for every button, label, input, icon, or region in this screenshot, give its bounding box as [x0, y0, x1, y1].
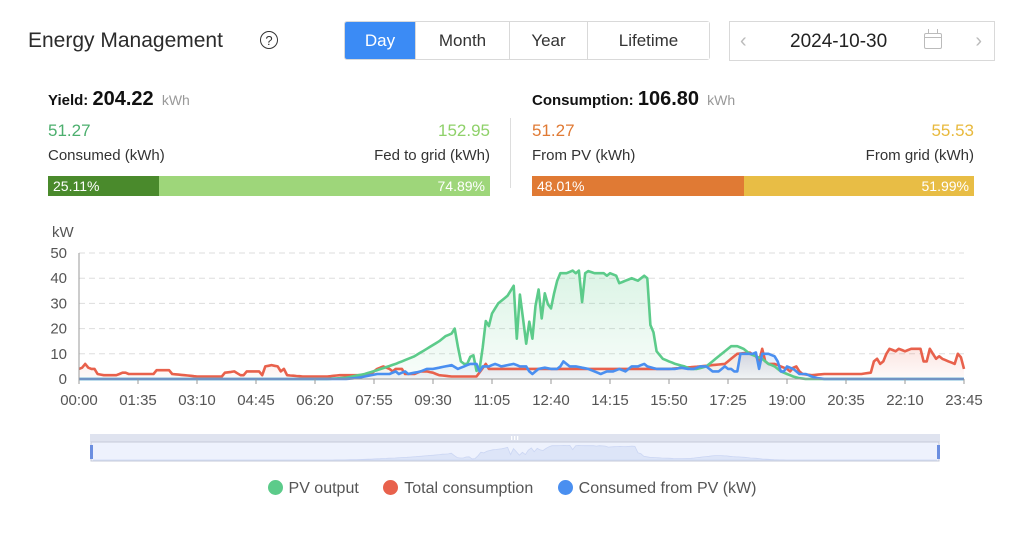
consumption-unit: kWh: [707, 92, 736, 108]
zoom-handle-left[interactable]: [90, 445, 93, 459]
y-tick-label: 30: [50, 295, 67, 312]
consumption-panel: Consumption: 106.80 kWh 51.27 55.53 From…: [532, 88, 974, 198]
y-tick-label: 10: [50, 346, 67, 363]
from-grid-pct-segment: 51.99%: [744, 176, 974, 196]
x-tick-label: 12:40: [532, 392, 570, 409]
y-axis-unit-label: kW: [52, 224, 75, 241]
x-tick-label: 09:30: [414, 392, 452, 409]
x-tick-label: 17:25: [709, 392, 747, 409]
legend-label: Consumed from PV (kW): [578, 480, 757, 497]
from-grid-value: 55.53: [931, 121, 974, 140]
x-tick-label: 23:45: [945, 392, 983, 409]
fed-pct-segment: 74.89%: [158, 176, 490, 196]
x-tick-label: 00:00: [60, 392, 98, 409]
tab-month[interactable]: Month: [415, 22, 509, 59]
consumption-ratio-bar: 48.01% 51.99%: [532, 176, 974, 196]
help-icon[interactable]: ?: [260, 31, 278, 49]
x-tick-label: 14:15: [591, 392, 629, 409]
date-value[interactable]: 2024-10-30: [790, 31, 887, 53]
panel-divider: [510, 118, 511, 188]
yield-panel: Yield: 204.22 kWh 51.27 152.95 Consumed …: [48, 88, 490, 198]
from-grid-label: From grid (kWh): [865, 147, 974, 164]
consumption-header: Consumption: 106.80 kWh: [532, 88, 974, 111]
chevron-right-icon[interactable]: ›: [975, 30, 982, 53]
legend-total-consumption[interactable]: Total consumption: [383, 480, 533, 498]
x-tick-label: 07:55: [355, 392, 393, 409]
page-title: Energy Management: [28, 29, 223, 52]
consumption-value: 106.80: [637, 88, 699, 110]
period-tabs: Day Month Year Lifetime: [344, 21, 710, 60]
chart-legend: PV output Total consumption Consumed fro…: [0, 480, 1024, 498]
x-tick-label: 04:45: [237, 392, 275, 409]
fed-to-grid-value: 152.95: [438, 121, 490, 140]
x-tick-label: 06:20: [296, 392, 334, 409]
consumed-value: 51.27: [48, 121, 91, 140]
legend-label: PV output: [288, 480, 359, 497]
from-pv-value: 51.27: [532, 121, 575, 140]
y-tick-label: 0: [59, 371, 67, 388]
zoom-drag-grip-icon: [511, 436, 519, 440]
series-area-0: [79, 270, 964, 379]
consumption-label: Consumption:: [532, 92, 634, 109]
from-pv-pct-segment: 48.01%: [532, 176, 745, 196]
x-tick-label: 01:35: [119, 392, 157, 409]
data-zoom-slider[interactable]: [90, 434, 940, 463]
consumed-pct-segment: 25.11%: [48, 176, 159, 196]
x-tick-label: 15:50: [650, 392, 688, 409]
legend-pv-output[interactable]: PV output: [267, 480, 359, 498]
y-tick-label: 20: [50, 321, 67, 338]
consumed-label: Consumed (kWh): [48, 147, 165, 164]
x-tick-label: 03:10: [178, 392, 216, 409]
yield-label: Yield:: [48, 92, 89, 109]
fed-to-grid-label: Fed to grid (kWh): [374, 147, 490, 164]
tab-year[interactable]: Year: [509, 22, 587, 59]
date-picker[interactable]: ‹ 2024-10-30 ›: [729, 21, 995, 61]
y-tick-label: 50: [50, 245, 67, 262]
legend-dot-icon: [557, 480, 573, 495]
yield-unit: kWh: [161, 92, 190, 108]
legend-dot-icon: [383, 480, 399, 495]
yield-header: Yield: 204.22 kWh: [48, 88, 490, 111]
chevron-left-icon[interactable]: ‹: [740, 30, 747, 53]
legend-label: Total consumption: [404, 480, 534, 497]
tab-lifetime[interactable]: Lifetime: [587, 22, 709, 59]
from-pv-label: From PV (kWh): [532, 147, 636, 164]
x-tick-label: 20:35: [827, 392, 865, 409]
yield-ratio-bar: 25.11% 74.89%: [48, 176, 490, 196]
legend-dot-icon: [267, 480, 283, 495]
yield-value: 204.22: [92, 88, 154, 110]
x-tick-label: 11:05: [474, 392, 510, 409]
zoom-handle-right[interactable]: [937, 445, 940, 459]
tab-day[interactable]: Day: [345, 22, 415, 59]
legend-consumed-from-pv[interactable]: Consumed from PV (kW): [557, 480, 757, 498]
calendar-icon[interactable]: [924, 29, 942, 49]
x-tick-label: 22:10: [886, 392, 924, 409]
x-tick-label: 19:00: [768, 392, 806, 409]
y-tick-label: 40: [50, 270, 67, 287]
power-chart[interactable]: kW 0 10 20 30 40 50 00:00 01:35 03:10 04:45 06:20 0…: [0, 215, 1024, 415]
